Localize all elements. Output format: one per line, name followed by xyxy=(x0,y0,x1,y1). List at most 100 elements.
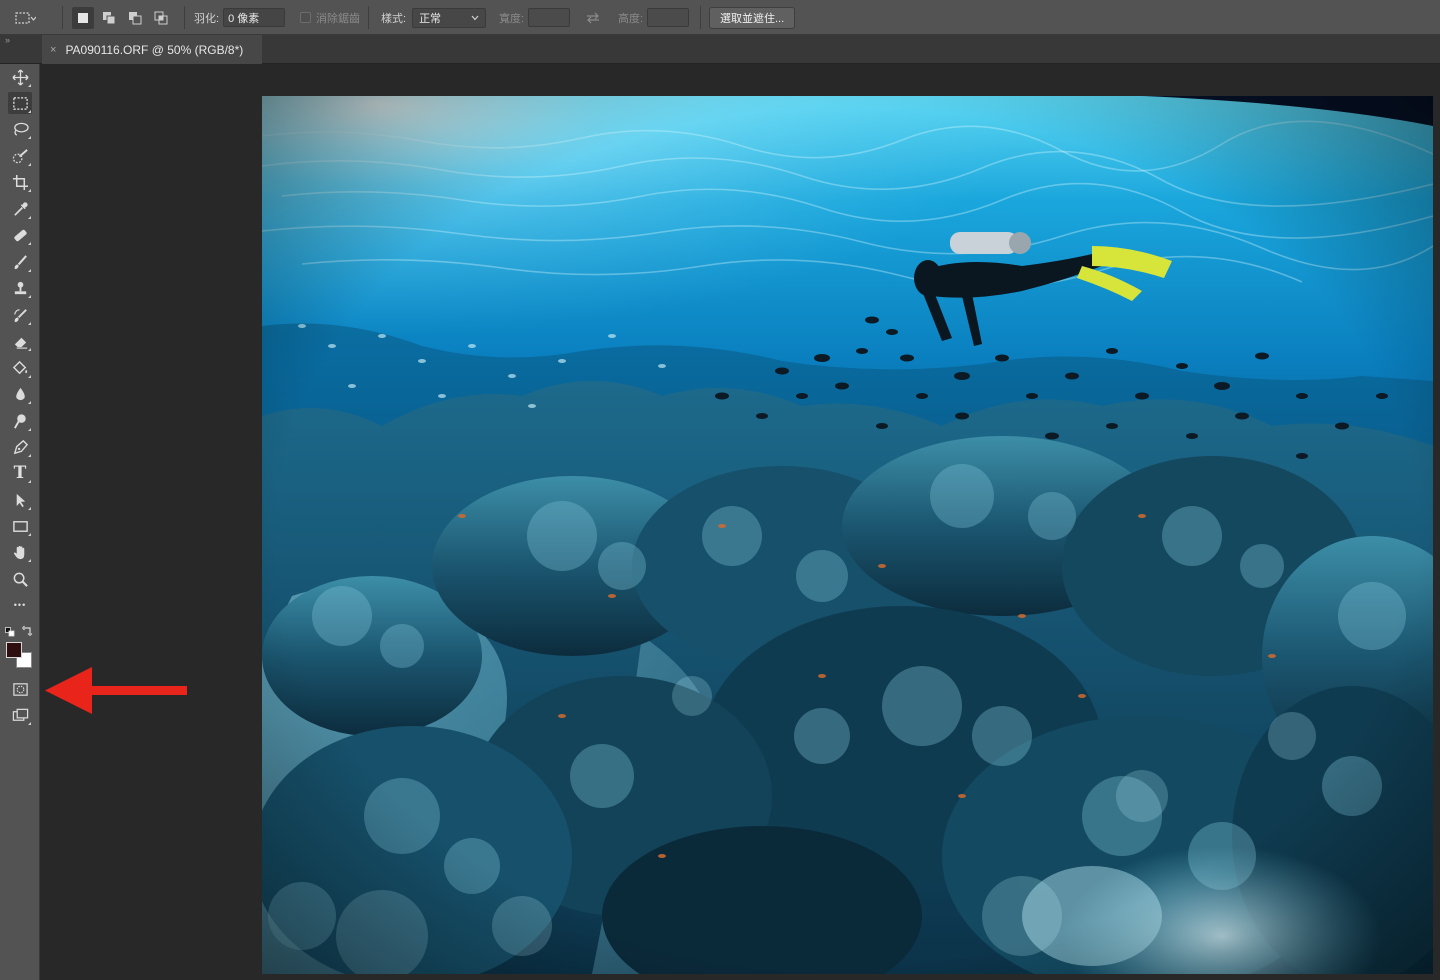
document-tab-strip: ›› × PA090116.ORF @ 50% (RGB/8*) xyxy=(0,35,1440,64)
history-brush-tool[interactable] xyxy=(8,304,32,326)
brush-tool-icon xyxy=(14,254,27,269)
paint-bucket-tool[interactable] xyxy=(8,357,32,379)
chevron-down-icon xyxy=(471,15,479,20)
swap-colors-button[interactable] xyxy=(22,623,33,636)
flyout-indicator xyxy=(28,189,31,192)
clone-stamp-tool[interactable] xyxy=(8,277,32,299)
type-tool[interactable]: T xyxy=(8,462,32,484)
new-selection-icon xyxy=(78,12,88,23)
feather-input[interactable]: 0 像素 xyxy=(223,8,286,27)
path-selection-tool-icon xyxy=(16,493,25,507)
hand-tool-icon xyxy=(13,545,24,559)
zoom-tool-icon xyxy=(13,572,28,587)
document-canvas-image[interactable] xyxy=(262,96,1433,974)
width-input[interactable] xyxy=(528,8,571,27)
subtract-from-selection-button[interactable] xyxy=(124,7,146,29)
type-tool-icon: T xyxy=(13,463,27,483)
default-colors-button[interactable] xyxy=(5,624,15,637)
new-selection-button[interactable] xyxy=(72,6,94,29)
flyout-indicator xyxy=(28,110,31,113)
healing-brush-tool[interactable] xyxy=(8,224,32,246)
antialias-label: 消除鋸齒 xyxy=(316,12,360,25)
flyout-indicator xyxy=(28,242,31,245)
intersect-selection-icon xyxy=(154,11,168,24)
swap-arrows-icon xyxy=(587,12,599,23)
rectangle-tool[interactable] xyxy=(8,515,32,537)
paint-bucket-tool-icon xyxy=(12,360,27,374)
flyout-indicator xyxy=(28,559,31,562)
rectangular-marquee-tool-icon xyxy=(12,96,28,110)
toolbox: T ••• xyxy=(0,64,40,980)
brush-tool[interactable] xyxy=(8,251,32,273)
width-label: 寬度: xyxy=(499,12,525,25)
blur-tool-icon xyxy=(15,387,25,400)
flyout-indicator xyxy=(28,401,31,404)
foreground-color-swatch[interactable] xyxy=(6,642,22,658)
clone-stamp-tool-icon xyxy=(14,281,26,294)
document-tab[interactable]: × PA090116.ORF @ 50% (RGB/8*) xyxy=(42,35,262,64)
add-selection-icon xyxy=(103,11,116,24)
blur-tool[interactable] xyxy=(8,383,32,405)
panel-collapse-icon[interactable]: ›› xyxy=(5,35,10,45)
style-label: 樣式: xyxy=(381,12,407,25)
select-and-mask-button[interactable]: 選取並遮住... xyxy=(709,6,796,29)
flyout-indicator xyxy=(28,722,31,725)
path-selection-tool[interactable] xyxy=(8,489,32,511)
rectangular-marquee-tool[interactable] xyxy=(8,92,32,114)
eraser-tool[interactable] xyxy=(8,330,32,352)
height-input[interactable] xyxy=(647,8,690,27)
document-tab-title: PA090116.ORF @ 50% (RGB/8*) xyxy=(65,42,244,57)
crop-tool-icon xyxy=(12,174,28,190)
separator xyxy=(62,6,63,29)
flyout-indicator xyxy=(28,348,31,351)
flyout-indicator xyxy=(28,84,31,87)
selection-mode-group xyxy=(72,0,172,35)
crop-tool[interactable] xyxy=(8,171,32,193)
flyout-indicator xyxy=(28,454,31,457)
edit-toolbar-button[interactable]: ••• xyxy=(8,594,32,616)
tool-preset-picker[interactable] xyxy=(14,0,60,35)
pen-tool[interactable] xyxy=(8,436,32,458)
quick-selection-tool[interactable] xyxy=(8,145,32,167)
dodge-tool-icon xyxy=(13,413,26,429)
style-select[interactable]: 正常 xyxy=(412,7,487,28)
lasso-tool[interactable] xyxy=(8,118,32,140)
screen-mode-icon xyxy=(12,708,28,721)
eyedropper-tool-icon xyxy=(13,201,28,216)
hand-tool[interactable] xyxy=(8,541,32,563)
separator xyxy=(700,6,701,29)
quick-mask-mode-button[interactable] xyxy=(8,678,32,700)
rectangle-tool-icon xyxy=(12,520,28,532)
height-label: 高度: xyxy=(618,12,644,25)
flyout-indicator xyxy=(28,533,31,536)
separator xyxy=(184,6,185,29)
intersect-selection-button[interactable] xyxy=(150,7,172,29)
flyout-indicator xyxy=(28,480,31,483)
zoom-tool[interactable] xyxy=(8,568,32,590)
quick-mask-mode-icon xyxy=(12,682,28,696)
flyout-indicator xyxy=(28,163,31,166)
pen-tool-icon xyxy=(13,439,28,454)
close-icon[interactable]: × xyxy=(50,44,56,56)
dodge-tool[interactable] xyxy=(8,410,32,432)
flyout-indicator xyxy=(28,136,31,139)
eraser-tool-icon xyxy=(14,337,27,349)
swap-dimensions-button[interactable] xyxy=(586,0,600,35)
screen-mode-button[interactable] xyxy=(8,704,32,726)
antialias-checkbox[interactable]: 消除鋸齒 xyxy=(300,0,360,35)
move-tool[interactable] xyxy=(8,66,32,88)
flyout-indicator xyxy=(28,216,31,219)
style-select-value: 正常 xyxy=(419,12,442,25)
add-to-selection-button[interactable] xyxy=(98,7,120,29)
default-colors-icon xyxy=(5,627,15,637)
options-bar: 羽化: 0 像素 消除鋸齒 樣式: 正常 寬度: 高度: 選取並遮住... xyxy=(0,0,1440,35)
flyout-indicator xyxy=(28,507,31,510)
marquee-preset-icon xyxy=(15,11,36,24)
eyedropper-tool[interactable] xyxy=(8,198,32,220)
flyout-indicator xyxy=(28,428,31,431)
quick-selection-tool-icon xyxy=(12,148,28,163)
healing-brush-tool-icon xyxy=(13,229,27,241)
underwater-reef-photo xyxy=(262,96,1433,974)
flyout-indicator xyxy=(28,375,31,378)
edit-toolbar-icon: ••• xyxy=(13,600,27,610)
